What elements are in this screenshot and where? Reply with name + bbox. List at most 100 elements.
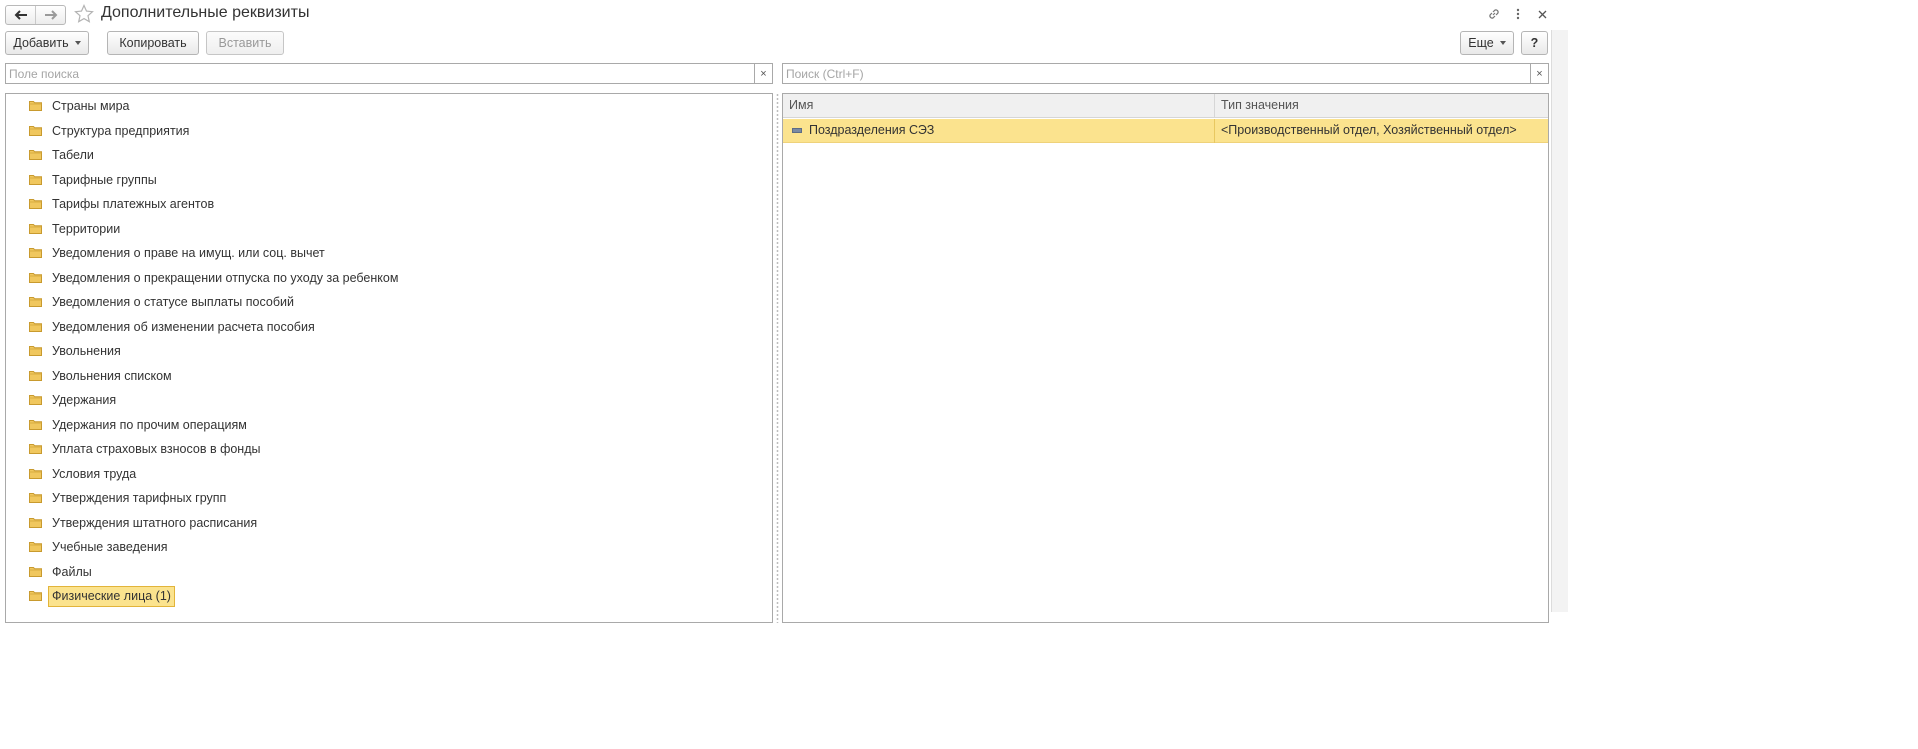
clear-icon: × xyxy=(1536,67,1543,80)
add-button[interactable]: Добавить xyxy=(5,31,89,55)
help-button-label: ? xyxy=(1530,36,1539,50)
column-header-type[interactable]: Тип значения xyxy=(1215,94,1549,118)
back-button[interactable] xyxy=(6,6,35,24)
folder-icon xyxy=(29,297,42,307)
more-actions-button[interactable] xyxy=(1509,5,1527,23)
tree-item[interactable]: Уведомления о прекращении отпуска по ухо… xyxy=(6,266,772,290)
copy-button[interactable]: Копировать xyxy=(107,31,199,55)
folder-icon xyxy=(29,272,42,283)
tree-item-label: Условия труда xyxy=(52,466,137,481)
tree-item[interactable]: Страны мира xyxy=(6,94,772,118)
folder-icon xyxy=(29,199,42,209)
tree-item-label: Физические лица (1) xyxy=(48,586,175,607)
attribute-icon xyxy=(792,128,802,133)
tree-item-label: Удержания xyxy=(52,393,117,407)
tree-item[interactable]: Увольнения списком xyxy=(6,364,772,388)
folder-icon xyxy=(29,174,42,185)
forward-button[interactable] xyxy=(35,6,65,24)
folder-icon xyxy=(29,125,42,136)
link-button[interactable] xyxy=(1485,5,1503,23)
tree-item-label: Тарифные группы xyxy=(52,172,157,187)
tree-item[interactable]: Увольнения xyxy=(6,339,772,363)
tree-item[interactable]: Структура предприятия xyxy=(6,119,772,143)
folder-icon xyxy=(29,419,42,430)
folder-icon xyxy=(29,321,42,332)
row-type-cell: <Производственный отдел, Хозяйственный о… xyxy=(1221,123,1517,137)
tree-item[interactable]: Территории xyxy=(6,217,772,241)
tree-item[interactable]: Утверждения тарифных групп xyxy=(6,486,772,510)
right-search-input[interactable] xyxy=(783,64,1530,83)
folder-tree[interactable]: Страны мира Структура предприятия Табели Та… xyxy=(5,93,773,623)
folder-icon xyxy=(29,493,42,503)
favorite-star-icon[interactable] xyxy=(74,3,94,25)
more-vertical-icon xyxy=(1516,8,1520,20)
close-icon xyxy=(1538,10,1546,18)
folder-icon xyxy=(29,223,42,234)
tree-item[interactable]: Физические лица (1) xyxy=(6,584,772,608)
folder-icon xyxy=(29,444,42,454)
panel-splitter[interactable] xyxy=(776,93,779,623)
tree-item-label: Тарифы платежных агентов xyxy=(52,197,215,211)
link-icon xyxy=(1489,9,1499,19)
chevron-down-icon xyxy=(74,41,81,45)
tree-item[interactable]: Тарифные группы xyxy=(6,168,772,192)
folder-icon xyxy=(29,346,42,356)
tree-item[interactable]: Табели xyxy=(6,143,772,167)
tree-item[interactable]: Удержания xyxy=(6,388,772,412)
tree-item[interactable]: Удержания по прочим операциям xyxy=(6,413,772,437)
right-search-field: × xyxy=(782,63,1549,84)
tree-item-label: Удержания по прочим операциям xyxy=(52,417,247,432)
clear-icon: × xyxy=(760,67,767,80)
folder-icon xyxy=(29,566,42,577)
paste-button[interactable]: Вставить xyxy=(206,31,284,55)
tree-item[interactable]: Файлы xyxy=(6,560,772,584)
forward-arrow-icon xyxy=(44,10,57,20)
window-scrollbar[interactable] xyxy=(1551,30,1568,612)
folder-icon xyxy=(29,395,42,405)
tree-item-label: Уведомления о праве на имущ. или соц. вы… xyxy=(52,246,325,260)
clear-left-search-button[interactable]: × xyxy=(754,64,772,83)
tree-item-label: Увольнения xyxy=(52,344,121,358)
close-button[interactable] xyxy=(1533,5,1551,23)
clear-right-search-button[interactable]: × xyxy=(1530,64,1548,83)
folder-icon xyxy=(29,468,42,479)
tree-item[interactable]: Учебные заведения xyxy=(6,535,772,559)
tree-item[interactable]: Уведомления о статусе выплаты пособий xyxy=(6,290,772,314)
tree-item-label: Уплата страховых взносов в фонды xyxy=(52,442,261,456)
tree-item[interactable]: Уплата страховых взносов в фонды xyxy=(6,437,772,461)
tree-item-label: Учебные заведения xyxy=(52,540,168,554)
tree-item[interactable]: Уведомления об изменении расчета пособия xyxy=(6,315,772,339)
tree-item-label: Утверждения тарифных групп xyxy=(52,491,227,505)
left-search-input[interactable] xyxy=(6,64,754,83)
tree-item-label: Файлы xyxy=(52,564,92,579)
folder-icon xyxy=(29,248,42,258)
column-header-name[interactable]: Имя xyxy=(783,94,1214,118)
tree-item-label: Уведомления о статусе выплаты пособий xyxy=(52,295,294,309)
tree-item[interactable]: Условия труда xyxy=(6,462,772,486)
folder-icon xyxy=(29,101,42,111)
back-arrow-icon xyxy=(14,10,27,20)
left-search-field: × xyxy=(5,63,773,84)
tree-item-label: Табели xyxy=(52,148,94,162)
table-row[interactable]: Поздразделения СЭЗ <Производственный отд… xyxy=(783,119,1548,143)
copy-button-label: Копировать xyxy=(119,36,187,50)
tree-item[interactable]: Тарифы платежных агентов xyxy=(6,192,772,216)
add-button-label: Добавить xyxy=(13,36,69,50)
tree-item-label: Страны мира xyxy=(52,99,130,113)
more-button[interactable]: Еще xyxy=(1460,31,1514,55)
chevron-down-icon xyxy=(1499,41,1506,45)
tree-item-label: Увольнения списком xyxy=(52,368,172,383)
tree-item[interactable]: Уведомления о праве на имущ. или соц. вы… xyxy=(6,241,772,265)
tree-item-label: Уведомления о прекращении отпуска по ухо… xyxy=(52,270,399,285)
help-button[interactable]: ? xyxy=(1521,31,1548,55)
folder-icon xyxy=(29,517,42,528)
tree-item[interactable]: Утверждения штатного расписания xyxy=(6,511,772,535)
tree-item-label: Утверждения штатного расписания xyxy=(52,515,258,530)
table-header: Имя Тип значения xyxy=(783,94,1548,118)
more-button-label: Еще xyxy=(1468,36,1494,50)
tree-item-label: Территории xyxy=(52,221,121,236)
properties-table[interactable]: Имя Тип значения Поздразделения СЭЗ <Про… xyxy=(782,93,1549,623)
column-divider xyxy=(1214,119,1215,143)
window-title: Дополнительные реквизиты xyxy=(101,4,310,21)
folder-icon xyxy=(29,542,42,552)
